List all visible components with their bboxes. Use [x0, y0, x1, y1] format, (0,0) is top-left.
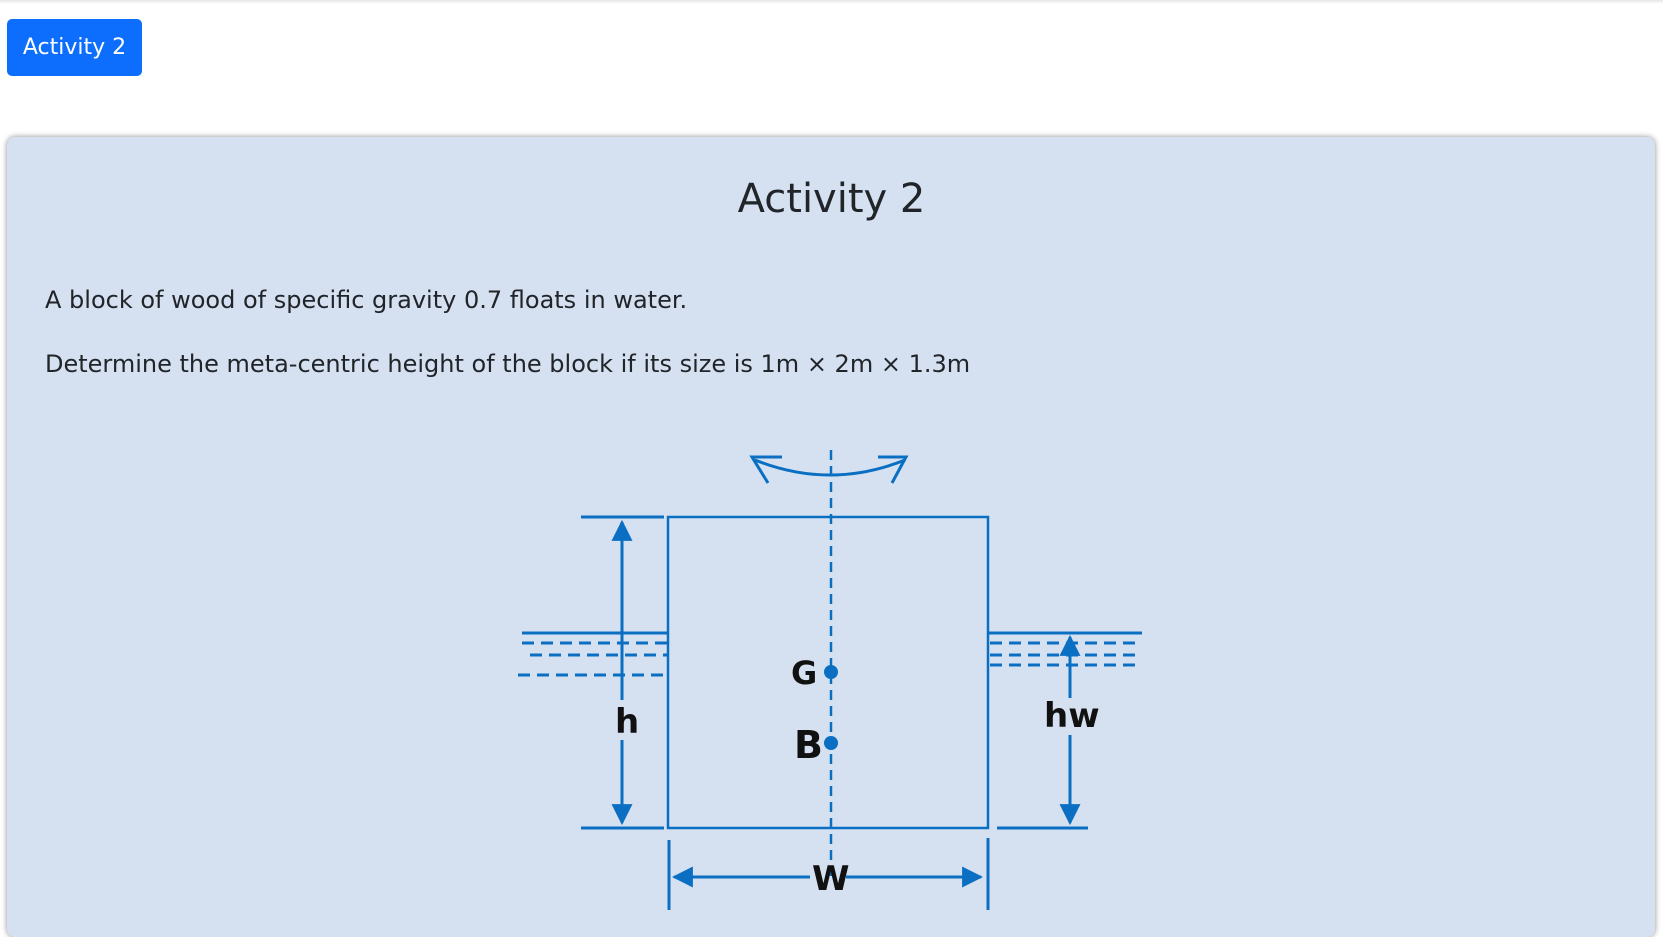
label-h: h	[615, 702, 639, 742]
label-w: W	[812, 859, 850, 899]
water-surface-right	[988, 631, 1142, 667]
label-hw: hw	[1044, 696, 1100, 736]
center-of-gravity-point	[824, 665, 838, 679]
label-b: B	[794, 723, 823, 767]
water-surface-left	[518, 631, 668, 677]
floating-block-diagram: G B h hw W	[518, 450, 1142, 910]
center-of-buoyancy-point	[824, 736, 838, 750]
label-g: G	[791, 654, 817, 692]
